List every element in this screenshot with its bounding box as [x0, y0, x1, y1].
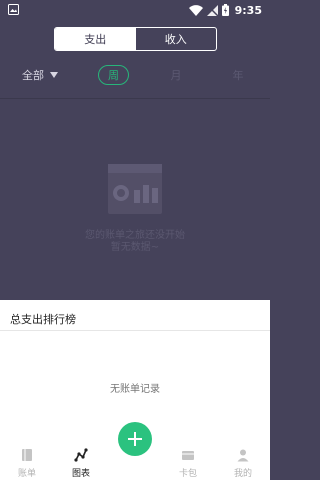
status-time: 9:35	[234, 3, 262, 17]
no-signal-icon	[206, 4, 218, 16]
book-icon	[22, 449, 32, 461]
tab-bills-label: 账单	[17, 469, 36, 479]
income-tab[interactable]: 收入	[136, 28, 217, 50]
tab-card-wallet-label: 卡包	[178, 469, 197, 479]
period-year[interactable]: 年	[228, 65, 248, 85]
empty-message-line2: 暂无数据~	[110, 242, 160, 253]
ranking-title: 总支出排行榜	[10, 313, 76, 326]
expense-income-toggle: 支出 收入	[54, 27, 217, 51]
filter-row: 全部 周 月 年	[0, 64, 270, 86]
empty-chart-illustration-icon	[108, 164, 162, 214]
chart-line-icon	[74, 448, 88, 462]
dropdown-triangle-icon	[50, 72, 58, 78]
ranking-empty-text: 无账单记录	[110, 384, 160, 395]
category-filter-label: 全部	[22, 69, 44, 82]
wifi-icon	[188, 4, 203, 16]
bottom-tab-bar: 账单 图表 卡包 我的	[0, 418, 270, 480]
status-bar: 9:35	[0, 0, 270, 20]
period-month[interactable]: 月	[166, 65, 186, 85]
divider	[0, 98, 270, 99]
tab-mine-label: 我的	[233, 469, 252, 479]
person-icon	[237, 449, 249, 462]
plus-icon	[128, 432, 142, 446]
battery-icon	[221, 4, 229, 16]
divider	[0, 330, 270, 331]
tab-charts[interactable]: 图表	[61, 448, 101, 479]
tab-charts-label: 图表	[71, 469, 90, 479]
ranking-panel: 总支出排行榜 无账单记录	[0, 300, 270, 418]
card-icon	[182, 451, 194, 460]
tab-bills[interactable]: 账单	[7, 448, 47, 479]
add-record-button[interactable]	[118, 422, 152, 456]
tab-mine[interactable]: 我的	[223, 448, 263, 479]
image-notification-icon	[8, 4, 19, 15]
category-filter[interactable]: 全部	[22, 67, 58, 83]
tab-card-wallet[interactable]: 卡包	[168, 448, 208, 479]
expense-tab[interactable]: 支出	[55, 28, 136, 50]
period-week[interactable]: 周	[98, 65, 129, 85]
